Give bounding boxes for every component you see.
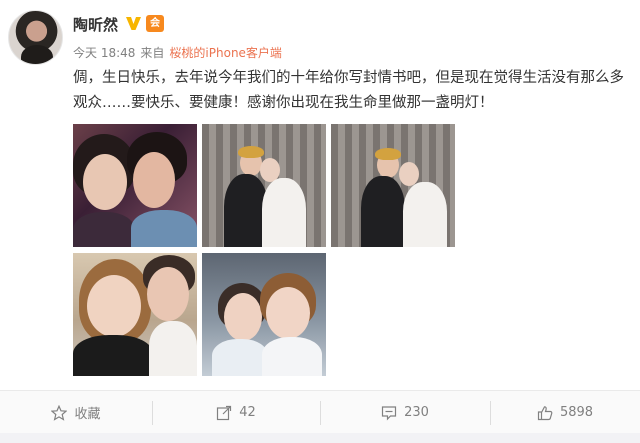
photo-body bbox=[403, 182, 447, 247]
comment-icon bbox=[381, 405, 397, 420]
photo-body bbox=[131, 210, 197, 247]
username[interactable]: 陶昕然 bbox=[73, 14, 118, 35]
comment-button[interactable]: 230 bbox=[320, 391, 490, 434]
post-time[interactable]: 今天 18:48 bbox=[73, 46, 135, 60]
photo-body bbox=[262, 178, 306, 247]
photo-hair bbox=[238, 146, 264, 158]
post-text: 倜，生日快乐，去年说今年我们的十年给你写封情书吧，但是现在觉得生活没有那么多观众… bbox=[73, 70, 624, 111]
post-meta: 今天 18:48 来自 桜桃的iPhone客户端 bbox=[73, 44, 282, 61]
like-button[interactable]: 5898 bbox=[490, 391, 640, 434]
share-icon bbox=[217, 405, 232, 420]
photo-body bbox=[212, 339, 268, 376]
favorite-button[interactable]: 收藏 bbox=[0, 391, 152, 434]
avatar[interactable] bbox=[8, 10, 63, 65]
share-button[interactable]: 42 bbox=[152, 391, 320, 434]
post-photo-4[interactable] bbox=[73, 253, 197, 376]
source-link[interactable]: 桜桃的iPhone客户端 bbox=[169, 46, 282, 60]
photo-face bbox=[147, 267, 189, 321]
member-badge-icon[interactable]: 会 bbox=[146, 15, 164, 32]
photo-face bbox=[87, 275, 141, 337]
star-icon bbox=[51, 404, 68, 421]
photo-body bbox=[73, 212, 135, 247]
avatar-shoulder bbox=[21, 45, 53, 64]
photo-face bbox=[224, 293, 262, 341]
photo-face bbox=[83, 154, 127, 210]
photo-body bbox=[73, 335, 153, 376]
post-photo-3[interactable] bbox=[331, 124, 455, 247]
bottom-divider bbox=[0, 433, 640, 443]
comment-count: 230 bbox=[404, 405, 429, 420]
photo-body bbox=[361, 176, 405, 247]
photo-body bbox=[262, 337, 322, 376]
like-count: 5898 bbox=[559, 405, 594, 420]
post-photo-2[interactable] bbox=[202, 124, 326, 247]
favorite-label: 收藏 bbox=[74, 407, 101, 422]
post-photo-5[interactable] bbox=[202, 253, 326, 376]
share-count: 42 bbox=[239, 405, 256, 420]
photo-face bbox=[133, 152, 175, 208]
action-bar: 收藏 42 230 5898 bbox=[0, 390, 640, 433]
from-label: 来自 bbox=[140, 46, 165, 60]
post-photo-1[interactable] bbox=[73, 124, 197, 247]
like-icon bbox=[537, 405, 553, 420]
photo-face bbox=[266, 287, 310, 339]
photo-hair bbox=[375, 148, 401, 160]
weibo-post: 陶昕然 会 今天 18:48 来自 桜桃的iPhone客户端 倜，生日快乐，去年说今… bbox=[0, 0, 640, 443]
verified-icon bbox=[126, 17, 141, 30]
photo-body bbox=[149, 321, 197, 376]
